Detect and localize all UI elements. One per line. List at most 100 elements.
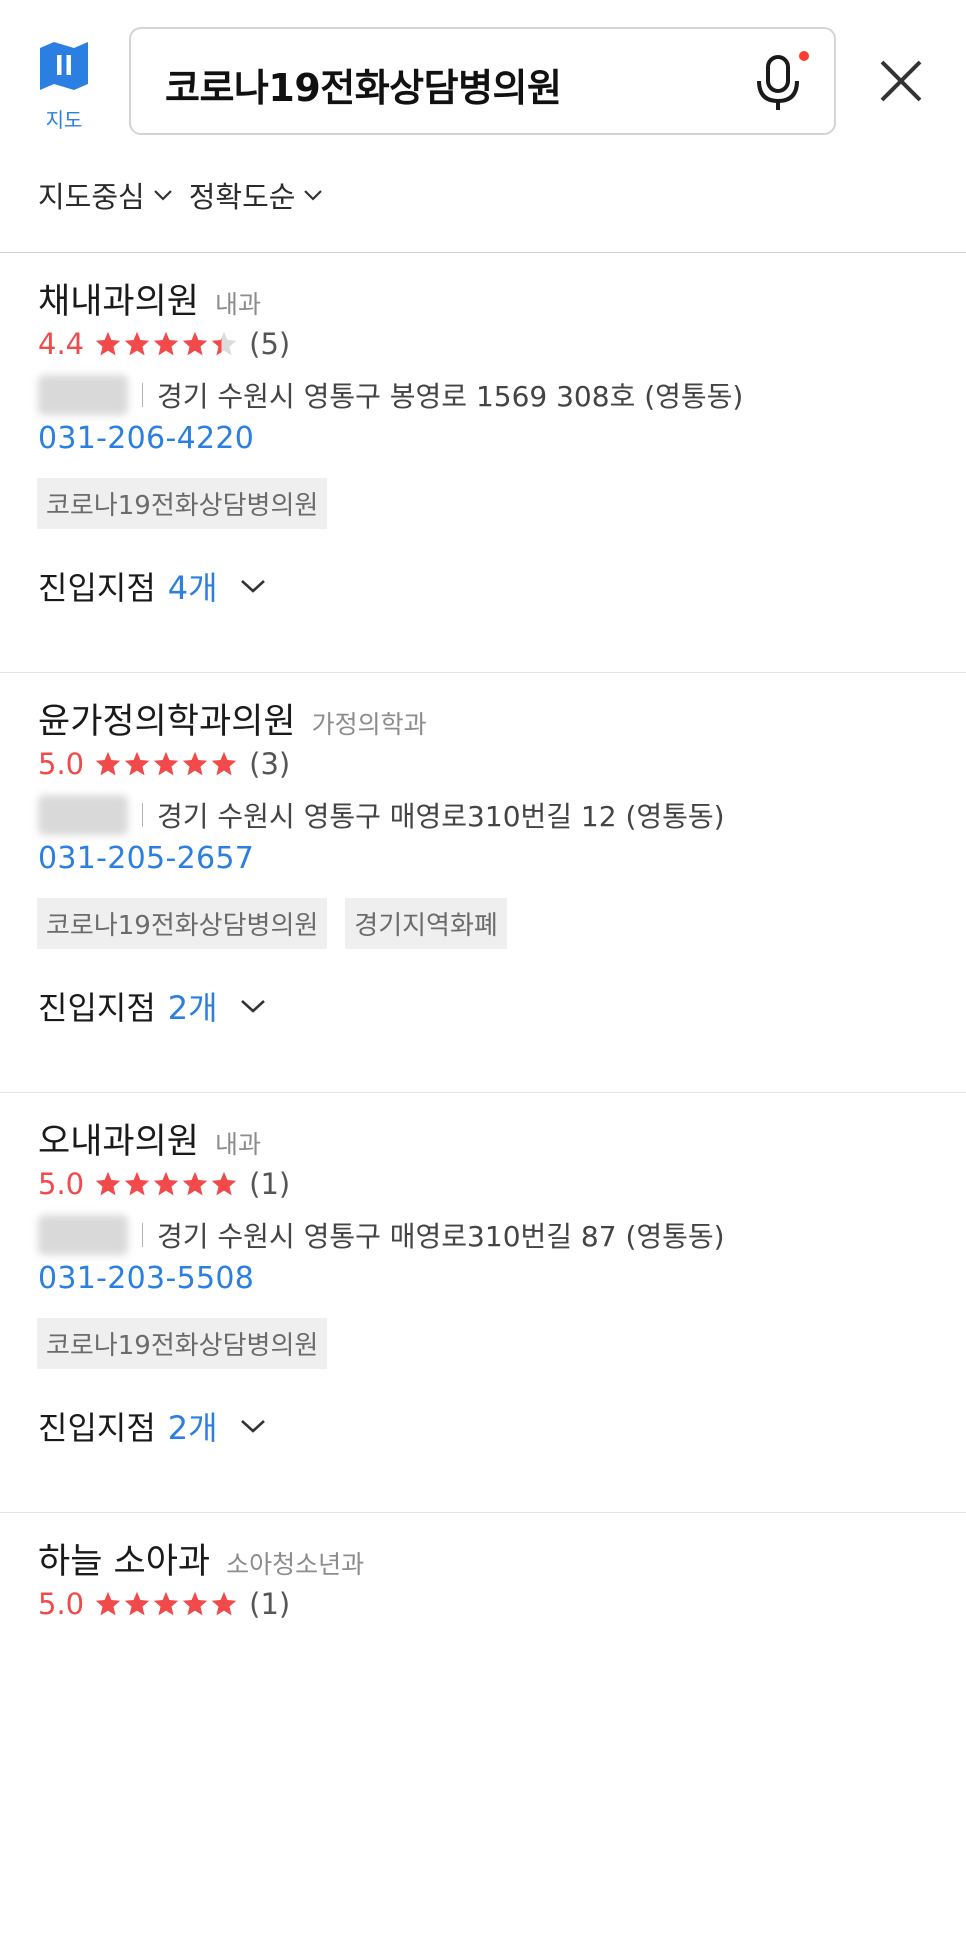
result-item[interactable]: 채내과의원 내과 4.4 (5) 경기 수원시 영통구 봉영로 1569 308… <box>0 253 966 673</box>
chevron-down-icon <box>153 190 172 201</box>
address-row: 경기 수원시 영통구 매영로310번길 12 (영통동) <box>38 795 725 835</box>
star-icon <box>124 1591 150 1616</box>
address-row: 경기 수원시 영통구 매영로310번길 87 (영통동) <box>38 1215 725 1255</box>
place-category: 가정의학과 <box>311 710 427 739</box>
star-icon <box>211 1171 237 1196</box>
rating-stars <box>94 1590 239 1618</box>
star-icon <box>153 1171 179 1196</box>
rating-stars <box>94 330 239 358</box>
result-list: 채내과의원 내과 4.4 (5) 경기 수원시 영통구 봉영로 1569 308… <box>0 253 966 1933</box>
rating: 5.0 (3) <box>38 747 290 781</box>
entry-label: 진입지점 <box>38 989 156 1027</box>
star-icon <box>211 751 237 776</box>
map-button[interactable]: 지도 <box>38 40 90 136</box>
tag-list: 코로나19전화상담병의원 <box>37 1318 345 1369</box>
distance-redacted <box>38 1215 128 1255</box>
star-icon <box>153 751 179 776</box>
distance-redacted <box>38 375 128 415</box>
rating-score: 4.4 <box>38 327 85 361</box>
result-title: 윤가정의학과의원 가정의학과 <box>38 693 427 744</box>
map-icon <box>40 42 88 90</box>
phone-link[interactable]: 031-205-2657 <box>38 841 254 876</box>
phone-link[interactable]: 031-206-4220 <box>38 421 254 456</box>
place-category: 내과 <box>215 290 262 319</box>
review-count: (1) <box>249 1167 291 1201</box>
star-icon <box>153 1591 179 1616</box>
result-title: 하늘 소아과 소아청소년과 <box>38 1533 364 1584</box>
star-icon <box>211 331 237 356</box>
place-name[interactable]: 채내과의원 <box>38 273 199 324</box>
review-count: (1) <box>249 1587 291 1621</box>
divider <box>142 383 143 407</box>
star-icon <box>182 1171 208 1196</box>
tag: 코로나19전화상담병의원 <box>37 898 328 949</box>
rating-score: 5.0 <box>38 747 85 781</box>
place-name[interactable]: 윤가정의학과의원 <box>38 693 296 744</box>
phone-link[interactable]: 031-203-5508 <box>38 1261 254 1296</box>
star-icon <box>182 331 208 356</box>
entry-points-toggle[interactable]: 진입지점 4개 <box>38 563 266 609</box>
search-query[interactable]: 코로나19전화상담병의원 <box>165 57 562 112</box>
chevron-down-icon <box>240 1420 265 1433</box>
entry-label: 진입지점 <box>38 1409 156 1447</box>
recording-dot <box>799 51 809 61</box>
star-icon <box>95 331 121 356</box>
address: 경기 수원시 영통구 봉영로 1569 308호 (영통동) <box>157 380 744 413</box>
entry-count: 4개 <box>167 569 218 607</box>
entry-points-toggle[interactable]: 진입지점 2개 <box>38 1403 266 1449</box>
place-name[interactable]: 하늘 소아과 <box>38 1533 210 1584</box>
rating: 4.4 (5) <box>38 327 290 361</box>
tag: 경기지역화폐 <box>345 898 507 949</box>
microphone-icon[interactable] <box>753 53 803 113</box>
entry-count: 2개 <box>167 989 218 1027</box>
star-icon <box>211 1591 237 1616</box>
star-icon <box>124 331 150 356</box>
filter-map-center[interactable]: 지도중심 <box>38 174 173 216</box>
star-icon <box>124 751 150 776</box>
filter-sort-accuracy[interactable]: 정확도순 <box>189 174 324 216</box>
rating-stars <box>94 1170 239 1198</box>
close-icon[interactable] <box>878 58 924 104</box>
tag-list: 코로나19전화상담병의원 <box>37 478 345 529</box>
place-category: 소아청소년과 <box>226 1550 365 1579</box>
star-icon <box>124 1171 150 1196</box>
search-header: 지도 코로나19전화상담병의원 지도중심 정확도순 <box>0 0 966 253</box>
entry-points-toggle[interactable]: 진입지점 2개 <box>38 983 266 1029</box>
review-count: (5) <box>249 327 291 361</box>
address-row: 경기 수원시 영통구 봉영로 1569 308호 (영통동) <box>38 375 743 415</box>
rating-score: 5.0 <box>38 1167 85 1201</box>
result-item[interactable]: 윤가정의학과의원 가정의학과 5.0 (3) 경기 수원시 영통구 매영로310… <box>0 673 966 1093</box>
star-icon <box>182 1591 208 1616</box>
filter-label: 지도중심 <box>38 180 145 214</box>
result-item[interactable]: 하늘 소아과 소아청소년과 5.0 (1) <box>0 1513 966 1933</box>
tag-list: 코로나19전화상담병의원 경기지역화폐 <box>37 898 525 949</box>
filter-label: 정확도순 <box>188 180 296 214</box>
place-name[interactable]: 오내과의원 <box>38 1113 199 1164</box>
chevron-down-icon <box>304 190 323 201</box>
tag: 코로나19전화상담병의원 <box>37 1318 328 1369</box>
map-label: 지도 <box>45 108 83 132</box>
tag: 코로나19전화상담병의원 <box>37 478 328 529</box>
rating: 5.0 (1) <box>38 1587 290 1621</box>
divider <box>142 803 143 827</box>
address: 경기 수원시 영통구 매영로310번길 87 (영통동) <box>157 1220 725 1253</box>
rating-score: 5.0 <box>38 1587 85 1621</box>
rating-stars <box>94 750 239 778</box>
address: 경기 수원시 영통구 매영로310번길 12 (영통동) <box>157 800 725 833</box>
chevron-down-icon <box>240 580 265 593</box>
entry-count: 2개 <box>167 1409 218 1447</box>
result-title: 채내과의원 내과 <box>38 273 261 324</box>
star-icon <box>95 751 121 776</box>
rating: 5.0 (1) <box>38 1167 290 1201</box>
chevron-down-icon <box>240 1000 265 1013</box>
filter-bar: 지도중심 정확도순 <box>38 174 339 216</box>
divider <box>142 1223 143 1247</box>
result-item[interactable]: 오내과의원 내과 5.0 (1) 경기 수원시 영통구 매영로310번길 87 … <box>0 1093 966 1513</box>
star-icon <box>153 331 179 356</box>
entry-label: 진입지점 <box>38 569 156 607</box>
star-icon <box>95 1591 121 1616</box>
star-icon <box>182 751 208 776</box>
result-title: 오내과의원 내과 <box>38 1113 261 1164</box>
search-input[interactable]: 코로나19전화상담병의원 <box>129 27 836 135</box>
distance-redacted <box>38 795 128 835</box>
